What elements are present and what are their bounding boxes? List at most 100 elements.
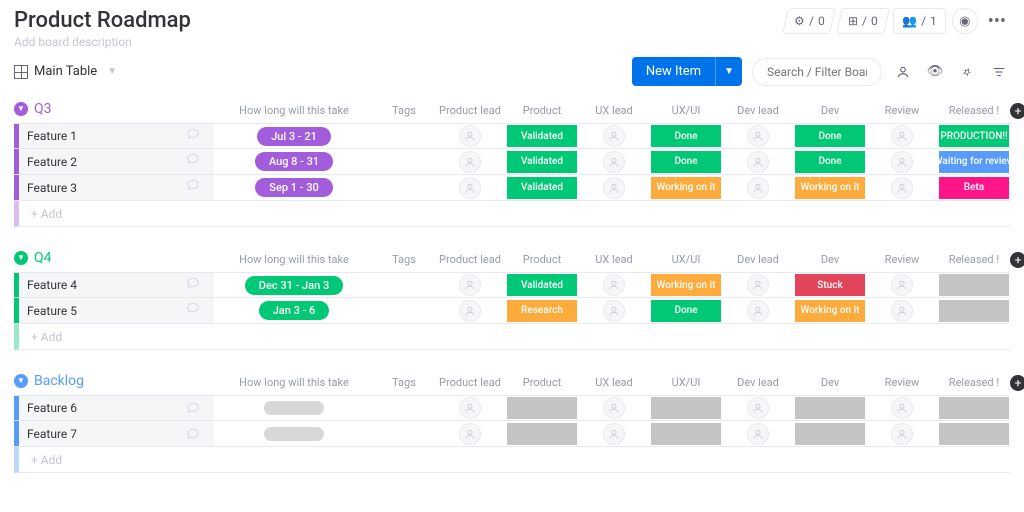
person-cell[interactable]: [603, 151, 625, 173]
person-filter-icon[interactable]: [892, 65, 914, 79]
add-item-button[interactable]: + Add: [14, 324, 1010, 350]
status-cell[interactable]: [795, 397, 865, 419]
column-header[interactable]: UX lead: [578, 372, 650, 393]
person-cell[interactable]: [747, 423, 769, 445]
status-cell[interactable]: [795, 423, 865, 445]
column-header[interactable]: Review: [866, 100, 938, 121]
chat-icon[interactable]: [186, 127, 208, 145]
board-description[interactable]: Add board description: [14, 35, 191, 49]
item-name[interactable]: Feature 3: [14, 175, 214, 200]
column-header[interactable]: Tags: [374, 372, 434, 393]
status-cell[interactable]: Done: [651, 151, 721, 173]
group-collapse-icon[interactable]: ▼: [14, 374, 28, 388]
column-header[interactable]: Dev lead: [722, 372, 794, 393]
status-cell[interactable]: [939, 397, 1009, 419]
column-header[interactable]: Product: [506, 249, 578, 270]
integrations-button[interactable]: ⊞/0: [837, 8, 890, 34]
column-header[interactable]: Tags: [374, 100, 434, 121]
column-header[interactable]: Product: [506, 100, 578, 121]
person-cell[interactable]: [603, 274, 625, 296]
status-cell[interactable]: [651, 397, 721, 419]
group-collapse-icon[interactable]: ▼: [14, 251, 28, 265]
chat-icon[interactable]: [186, 152, 208, 170]
status-cell[interactable]: Done: [651, 300, 721, 322]
view-selector[interactable]: Main Table ▼: [14, 64, 117, 79]
status-cell[interactable]: Research: [507, 300, 577, 322]
activity-icon[interactable]: ◉: [952, 8, 978, 34]
column-header[interactable]: Product lead: [434, 100, 506, 121]
status-cell[interactable]: Validated: [507, 177, 577, 199]
status-cell[interactable]: Stuck: [795, 274, 865, 296]
timeline-cell[interactable]: [264, 401, 324, 415]
status-cell[interactable]: Working on it: [651, 274, 721, 296]
person-cell[interactable]: [459, 274, 481, 296]
person-cell[interactable]: [891, 397, 913, 419]
item-name[interactable]: Feature 7: [14, 421, 214, 446]
person-cell[interactable]: [891, 274, 913, 296]
person-cell[interactable]: [747, 274, 769, 296]
group-name[interactable]: Q3: [34, 101, 52, 117]
new-item-button[interactable]: New Item: [632, 57, 715, 86]
person-cell[interactable]: [747, 177, 769, 199]
filter-icon[interactable]: [988, 65, 1010, 79]
column-header[interactable]: UX/UI: [650, 249, 722, 270]
column-header[interactable]: UX lead: [578, 249, 650, 270]
person-cell[interactable]: [603, 177, 625, 199]
pin-icon[interactable]: [956, 65, 978, 79]
column-header[interactable]: Dev: [794, 372, 866, 393]
person-cell[interactable]: [459, 423, 481, 445]
person-cell[interactable]: [747, 397, 769, 419]
column-header[interactable]: UX lead: [578, 100, 650, 121]
status-cell[interactable]: PRODUCTION!!: [939, 125, 1009, 147]
group-name[interactable]: Backlog: [34, 373, 84, 389]
person-cell[interactable]: [459, 151, 481, 173]
new-item-dropdown[interactable]: ▼: [715, 57, 742, 86]
person-cell[interactable]: [891, 300, 913, 322]
person-cell[interactable]: [891, 423, 913, 445]
automations-button[interactable]: ⚙/0: [782, 8, 836, 34]
timeline-cell[interactable]: Sep 1 - 30: [255, 178, 332, 197]
timeline-cell[interactable]: Aug 8 - 31: [255, 152, 333, 171]
column-header[interactable]: Dev lead: [722, 100, 794, 121]
column-header[interactable]: How long will this take: [214, 372, 374, 393]
person-cell[interactable]: [459, 300, 481, 322]
add-column-button[interactable]: +: [1010, 252, 1024, 268]
timeline-cell[interactable]: Jan 3 - 6: [259, 301, 330, 320]
column-header[interactable]: UX/UI: [650, 372, 722, 393]
column-header[interactable]: Dev: [794, 249, 866, 270]
person-cell[interactable]: [459, 125, 481, 147]
status-cell[interactable]: [939, 274, 1009, 296]
item-name[interactable]: Feature 5: [14, 298, 214, 323]
chat-icon[interactable]: [186, 427, 208, 445]
person-cell[interactable]: [603, 125, 625, 147]
column-header[interactable]: Review: [866, 372, 938, 393]
eye-icon[interactable]: 👁: [924, 64, 946, 79]
person-cell[interactable]: [891, 177, 913, 199]
add-column-button[interactable]: +: [1010, 375, 1024, 391]
add-item-button[interactable]: + Add: [14, 447, 1010, 473]
status-cell[interactable]: Validated: [507, 125, 577, 147]
person-cell[interactable]: [747, 151, 769, 173]
status-cell[interactable]: Done: [795, 151, 865, 173]
status-cell[interactable]: Working on it: [795, 300, 865, 322]
person-cell[interactable]: [747, 125, 769, 147]
item-name[interactable]: Feature 6: [14, 396, 214, 420]
column-header[interactable]: How long will this take: [214, 249, 374, 270]
column-header[interactable]: Review: [866, 249, 938, 270]
person-cell[interactable]: [603, 397, 625, 419]
person-cell[interactable]: [603, 300, 625, 322]
item-name[interactable]: Feature 1: [14, 124, 214, 148]
status-cell[interactable]: [507, 423, 577, 445]
column-header[interactable]: Tags: [374, 249, 434, 270]
members-button[interactable]: 👥/1: [893, 8, 946, 34]
status-cell[interactable]: [939, 423, 1009, 445]
column-header[interactable]: Dev lead: [722, 249, 794, 270]
person-cell[interactable]: [747, 300, 769, 322]
status-cell[interactable]: [507, 397, 577, 419]
item-name[interactable]: Feature 2: [14, 149, 214, 174]
timeline-cell[interactable]: Dec 31 - Jan 3: [245, 276, 343, 295]
timeline-cell[interactable]: Jul 3 - 21: [257, 127, 331, 146]
status-cell[interactable]: Validated: [507, 274, 577, 296]
person-cell[interactable]: [891, 151, 913, 173]
chat-icon[interactable]: [186, 178, 208, 196]
